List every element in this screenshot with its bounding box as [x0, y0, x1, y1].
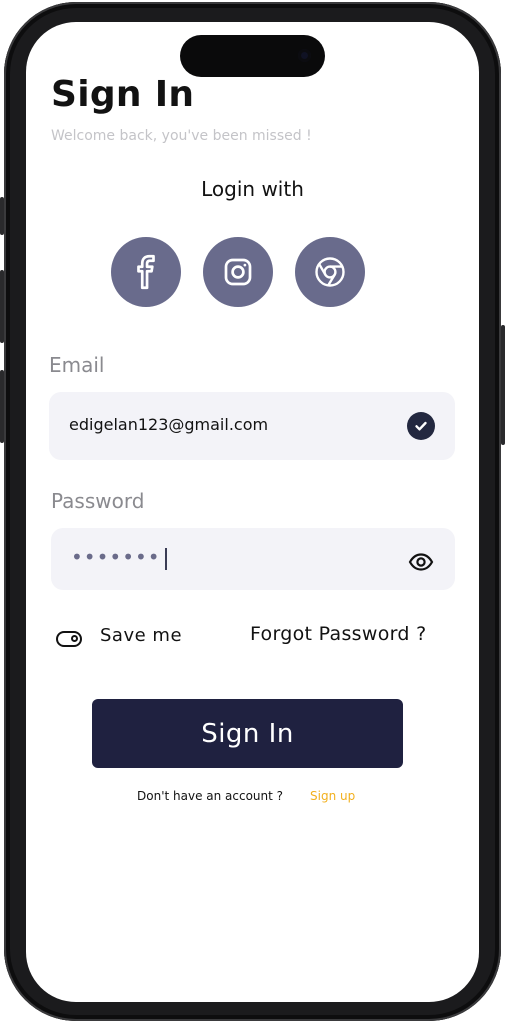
page-title: Sign In [51, 74, 195, 115]
volume-up-button [0, 270, 4, 343]
text-cursor [164, 547, 167, 570]
chrome-icon [315, 257, 345, 287]
password-value[interactable]: ••••••• [71, 545, 167, 570]
volume-down-button [0, 370, 4, 443]
instagram-icon [224, 258, 252, 286]
chrome-login-button[interactable] [295, 237, 365, 307]
password-mask: ••••••• [71, 545, 161, 569]
email-label: Email [49, 353, 105, 377]
password-label: Password [51, 489, 145, 513]
page-subtitle: Welcome back, you've been missed ! [51, 128, 312, 144]
checkmark-icon [407, 412, 435, 440]
dynamic-island [180, 35, 325, 77]
sign-up-link[interactable]: Sign up [310, 789, 355, 803]
camera-icon [298, 49, 311, 62]
sign-in-button[interactable]: Sign In [92, 699, 403, 768]
login-with-heading: Login with [201, 177, 304, 201]
facebook-icon [137, 254, 155, 290]
email-value[interactable]: edigelan123@gmail.com [69, 415, 268, 434]
no-account-text: Don't have an account ? [137, 789, 284, 803]
silent-switch [0, 197, 4, 235]
forgot-password-link[interactable]: Forgot Password ? [250, 623, 427, 645]
save-me-label: Save me [100, 625, 183, 646]
app-screen: Sign In Welcome back, you've been missed… [26, 22, 479, 1002]
facebook-login-button[interactable] [111, 237, 181, 307]
eye-icon[interactable] [407, 548, 435, 576]
power-button [501, 325, 505, 445]
email-field[interactable]: edigelan123@gmail.com [49, 392, 455, 460]
instagram-login-button[interactable] [203, 237, 273, 307]
save-me-toggle[interactable] [56, 631, 82, 647]
toggle-knob [71, 635, 78, 642]
password-field[interactable]: ••••••• [51, 528, 455, 590]
